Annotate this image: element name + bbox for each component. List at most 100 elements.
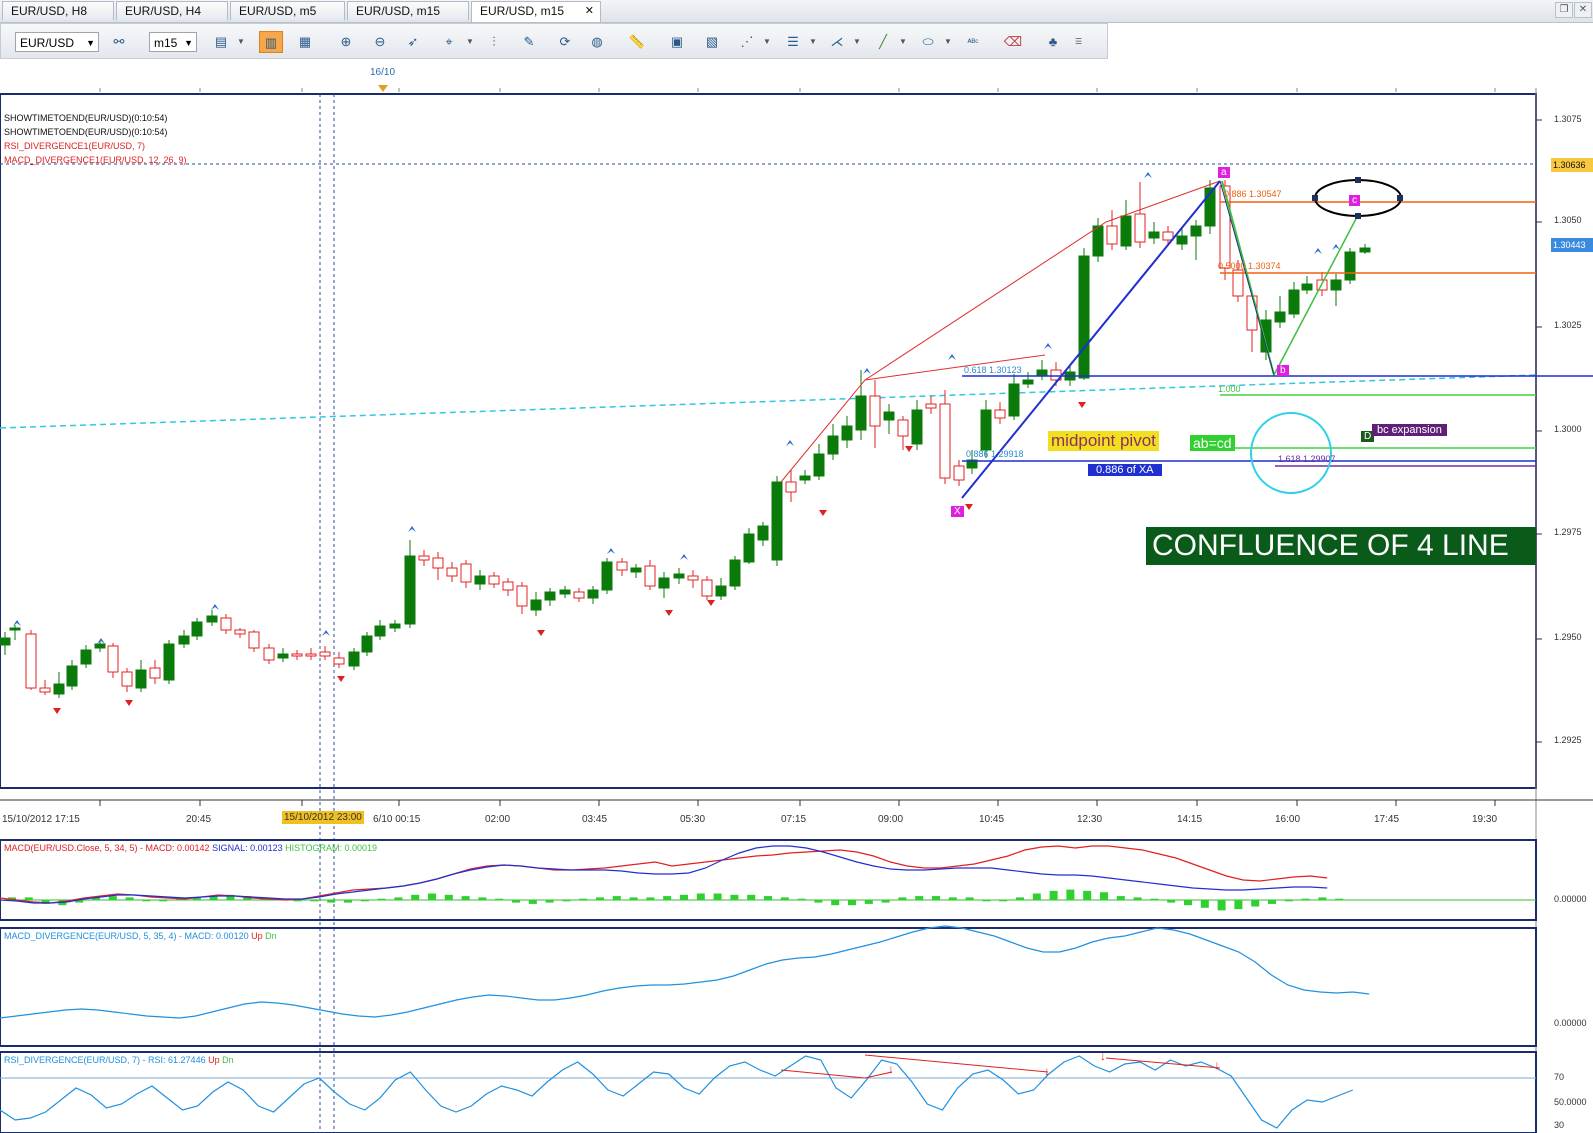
y-label: 1.3025 (1554, 320, 1582, 330)
fractal-up-arrow-icon (1144, 172, 1152, 178)
macd-hist-bar (1301, 898, 1310, 900)
fractal-down-arrow-icon (1078, 402, 1086, 408)
macd-hist-bar (764, 896, 772, 900)
macd-hist-bar (1284, 900, 1293, 902)
macd-hist-bar (1200, 900, 1209, 908)
candle-body (107, 645, 119, 673)
macd-hist-bar (680, 894, 688, 900)
macd-hist-bar (646, 897, 655, 900)
rsi-divergence-line-1 (780, 1069, 893, 1079)
candle-body (1078, 255, 1090, 379)
macd-hist-bar (1217, 900, 1226, 911)
macd-hist-bar (24, 897, 33, 900)
macd-hist-bar (1049, 890, 1058, 900)
macd-div-zero-label: 0.00000 (1554, 1018, 1587, 1028)
y-label: 1.2975 (1554, 527, 1582, 537)
candle-body (305, 653, 317, 657)
fractal-down-arrow-icon (125, 700, 133, 706)
fractal-up-arrow-icon (13, 620, 21, 626)
macd-hist-bar (612, 896, 621, 900)
candle-body (869, 395, 881, 427)
rsi-50-label: 50.0000 (1554, 1097, 1587, 1107)
fractal-down-arrow-icon (965, 504, 973, 510)
macd-hist-bar (814, 900, 823, 903)
x-label: 6/10 00:15 (373, 814, 421, 825)
macd-legend: MACD(EUR/USD.Close, 5, 34, 5) - MACD: 0.… (4, 843, 378, 853)
macd-hist-bar (159, 900, 168, 902)
fractal-down-arrow-icon (53, 708, 61, 714)
ellipse-handle[interactable] (1355, 213, 1361, 219)
candle-body (319, 651, 331, 657)
macd-hist-bar (999, 900, 1008, 902)
candle-body (333, 657, 345, 665)
x-label: 19:30 (1472, 814, 1498, 825)
macd-hist-bar (444, 894, 453, 900)
candle-body (516, 585, 528, 607)
candle-body (389, 623, 401, 629)
macd-hist-bar (848, 900, 856, 906)
candle-body (502, 581, 514, 591)
candle-body (1246, 295, 1258, 331)
x-label: 05:30 (680, 814, 706, 825)
ellipse-handle[interactable] (1312, 195, 1318, 201)
candle-body (1008, 383, 1020, 417)
bc-expansion-label: bc expansion (1372, 424, 1447, 436)
macd-hist-bar (1083, 890, 1092, 900)
macd-hist-bar (1234, 900, 1243, 910)
candle-body (687, 575, 699, 581)
date-marker-icon (378, 85, 388, 92)
candle-body (1288, 289, 1300, 315)
ellipse-handle[interactable] (1355, 177, 1361, 183)
candle-body (715, 585, 727, 597)
x-axis-ticks (99, 88, 1496, 806)
x-label: 17:45 (1374, 814, 1400, 825)
midpoint-pivot-label: midpoint pivot (1048, 431, 1159, 451)
main-plot-frame (0, 93, 1537, 789)
macd-div-panel-frame (0, 927, 1537, 1047)
candle-body (587, 589, 599, 599)
fib-1618-label: 1.618 1.29907 (1278, 454, 1336, 464)
point-a-marker: a (1218, 167, 1230, 178)
macd-hist-bar (293, 900, 302, 902)
fractal-up-arrow-icon (680, 554, 688, 560)
macd-hist-bar (310, 900, 319, 902)
macd-hist-bar (1066, 889, 1075, 900)
candle-body (1330, 279, 1342, 291)
macd-hist-bar (562, 900, 571, 902)
xa-886-label: 0.886 of XA (1088, 464, 1162, 476)
candle-body (799, 475, 811, 481)
fractal-up-arrow-icon (863, 368, 871, 374)
ellipse-handle[interactable] (1397, 195, 1403, 201)
candle-body (1232, 269, 1244, 297)
indicator-label-3: RSI_DIVERGENCE1(EUR/USD, 7) (4, 141, 146, 151)
candle-body (785, 481, 797, 493)
macd-hist-bar (428, 893, 436, 900)
candle-body (234, 629, 246, 635)
candle-body (80, 649, 92, 665)
candle-body (1022, 379, 1034, 385)
candle-body (994, 409, 1006, 419)
candle-body (9, 627, 21, 631)
y-label: 1.2950 (1554, 632, 1582, 642)
x-label: 15/10/2012 17:15 (2, 814, 80, 825)
cyan-trendline (0, 374, 1537, 429)
chart-canvas[interactable]: ↓ ↓ ↓ ↓ (0, 0, 1593, 1133)
macd-hist-bar (1167, 900, 1176, 903)
macd-hist-bar (730, 894, 739, 900)
candle-body (1301, 283, 1313, 291)
x-label: 12:30 (1077, 814, 1103, 825)
fib-618-label: 0.618 1.30123 (964, 365, 1022, 375)
macd-hist-bar (629, 897, 638, 900)
candle-body (121, 671, 133, 687)
candle-body (220, 617, 232, 631)
macd-hist-bar (545, 900, 554, 903)
fractal-up-arrow-icon (408, 526, 416, 532)
candle-body (883, 411, 895, 421)
candle-body (248, 631, 260, 649)
fractal-up-arrow-icon (1314, 248, 1322, 254)
fractal-up-arrow-icon (211, 604, 219, 610)
fractal-down-arrow-icon (707, 600, 715, 606)
macd-div-legend: MACD_DIVERGENCE(EUR/USD, 5, 35, 4) - MAC… (4, 931, 277, 941)
fractal-up-arrow-icon (97, 638, 105, 644)
candle-body (601, 561, 613, 591)
